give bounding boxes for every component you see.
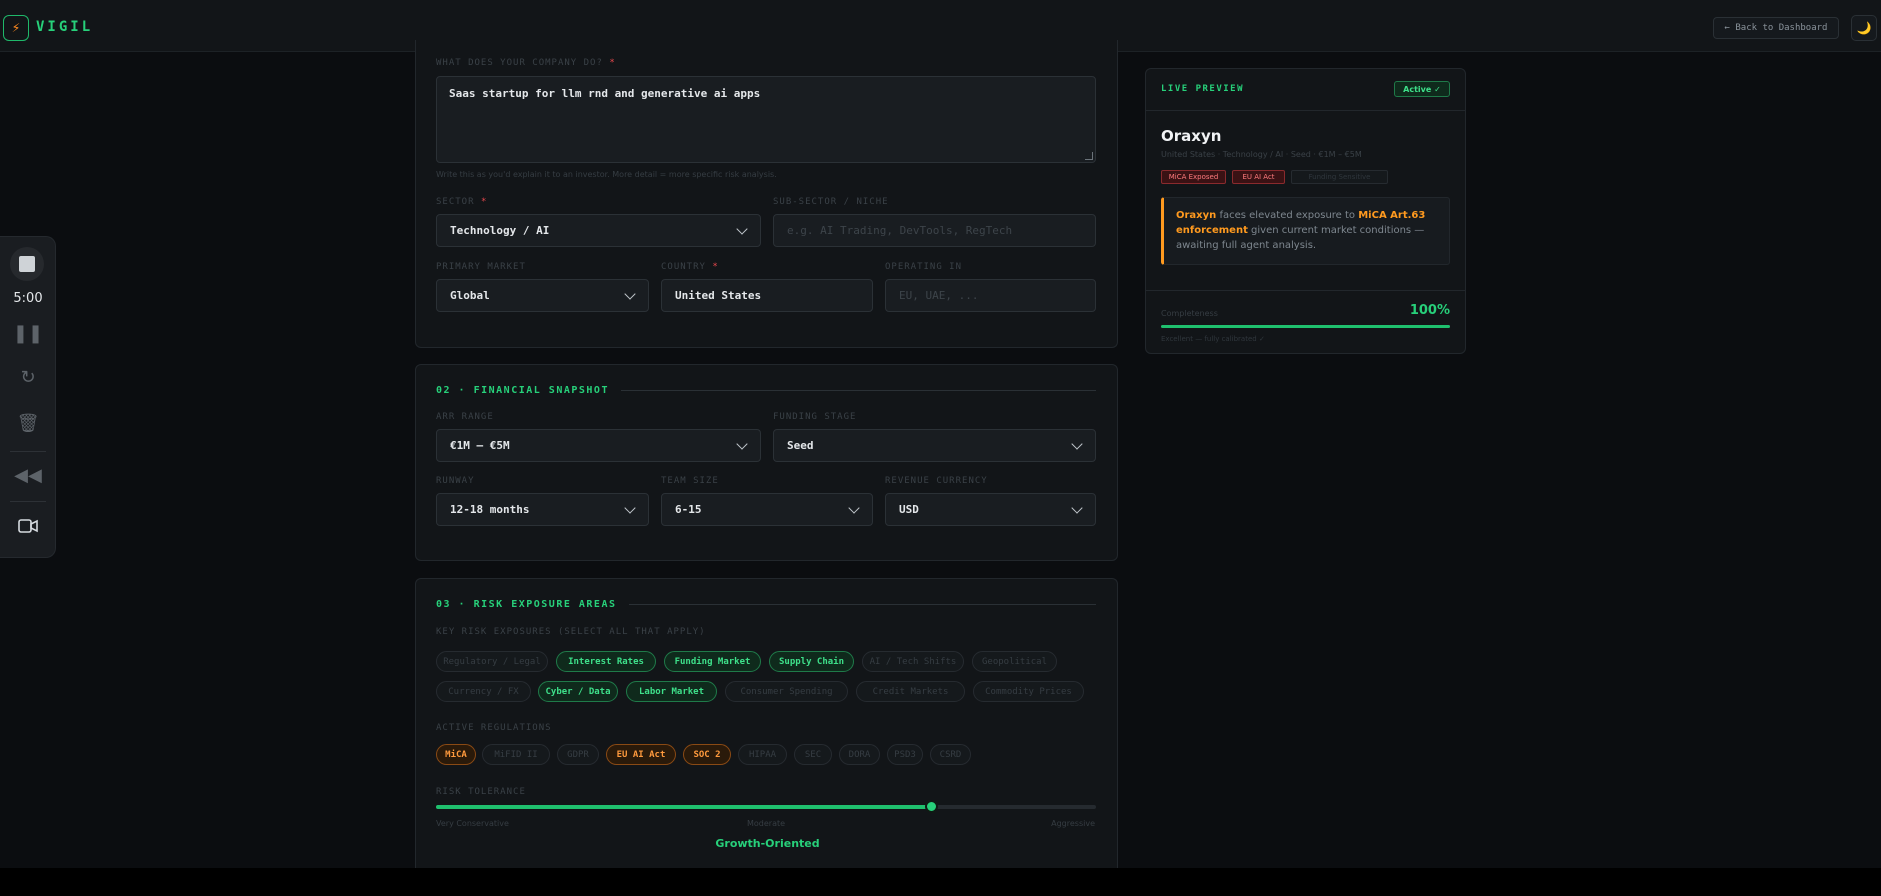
- risk-alert: Oraxyn faces elevated exposure to MiCA A…: [1161, 197, 1450, 265]
- divider: [10, 501, 46, 502]
- rewind-icon[interactable]: ◀◀: [0, 465, 56, 486]
- operating-in-input[interactable]: EU, UAE, ...: [885, 279, 1096, 312]
- preview-header: LIVE PREVIEW Active ✓: [1146, 69, 1465, 111]
- arr-label: ARR RANGE: [436, 412, 494, 422]
- regulations-label: ACTIVE REGULATIONS: [436, 723, 552, 733]
- moon-icon[interactable]: 🌙: [1851, 15, 1877, 41]
- risk-chip[interactable]: Labor Market: [626, 681, 717, 702]
- preview-tag: MiCA Exposed: [1161, 170, 1226, 184]
- sector-label: SECTOR *: [436, 197, 488, 207]
- currency-label: REVENUE CURRENCY: [885, 476, 988, 486]
- app-window: ⚡ VIGIL ← Back to Dashboard 🌙 5:00 ❚❚ ↻ …: [0, 0, 1881, 868]
- risk-chip[interactable]: Interest Rates: [556, 651, 656, 672]
- risk-chip[interactable]: AI / Tech Shifts: [862, 651, 964, 672]
- regulation-chip[interactable]: PSD3: [887, 744, 923, 765]
- camera-icon[interactable]: [0, 517, 56, 538]
- country-label: COUNTRY *: [661, 262, 719, 272]
- bottom-strip: [0, 868, 1881, 896]
- section-title: 03 · RISK EXPOSURE AREAS: [436, 599, 1096, 610]
- country-input[interactable]: United States: [661, 279, 873, 312]
- risk-tolerance-value: Growth-Oriented: [715, 837, 820, 850]
- risk-chip[interactable]: Consumer Spending: [725, 681, 848, 702]
- risk-tolerance-label: RISK TOLERANCE: [436, 787, 526, 797]
- divider: [1146, 290, 1465, 291]
- team-size-label: TEAM SIZE: [661, 476, 719, 486]
- resize-handle[interactable]: [1085, 152, 1093, 160]
- company-name: Oraxyn: [1161, 127, 1222, 145]
- slider-fill: [436, 805, 931, 809]
- screen-recorder-panel: 5:00 ❚❚ ↻ 🗑 ◀◀: [0, 236, 56, 558]
- risk-chip[interactable]: Regulatory / Legal: [436, 651, 548, 672]
- runway-select[interactable]: 12-18 months: [436, 493, 649, 526]
- team-size-select[interactable]: 6-15: [661, 493, 873, 526]
- financial-snapshot-section: 02 · FINANCIAL SNAPSHOT ARR RANGE €1M – …: [415, 364, 1118, 561]
- primary-market-select[interactable]: Global: [436, 279, 649, 312]
- regulation-chip[interactable]: GDPR: [557, 744, 599, 765]
- completeness-bar-fill: [1161, 325, 1450, 328]
- recording-timer: 5:00: [13, 291, 43, 306]
- slider-handle[interactable]: [925, 800, 938, 813]
- stop-recording-button[interactable]: [10, 247, 44, 281]
- tick-high: Aggressive: [1051, 819, 1095, 828]
- restart-icon[interactable]: ↻: [0, 367, 56, 388]
- regulation-chip[interactable]: MiCA: [436, 744, 476, 765]
- back-to-dashboard-button[interactable]: ← Back to Dashboard: [1713, 17, 1839, 39]
- risk-chip[interactable]: Currency / FX: [436, 681, 531, 702]
- regulation-chip[interactable]: DORA: [839, 744, 880, 765]
- sector-select[interactable]: Technology / AI: [436, 214, 761, 247]
- risk-chip[interactable]: Commodity Prices: [973, 681, 1084, 702]
- completeness-bar: [1161, 325, 1450, 328]
- funding-label: FUNDING STAGE: [773, 412, 857, 422]
- preview-title: LIVE PREVIEW: [1161, 84, 1245, 94]
- arr-range-select[interactable]: €1M – €5M: [436, 429, 761, 462]
- completeness-label: Completeness: [1161, 309, 1218, 318]
- company-description-input[interactable]: Saas startup for llm rnd and generative …: [436, 76, 1096, 163]
- regulation-chip[interactable]: CSRD: [930, 744, 971, 765]
- company-profile-section: WHAT DOES YOUR COMPANY DO? * Saas startu…: [415, 40, 1118, 348]
- status-badge: Active ✓: [1394, 81, 1450, 97]
- risk-exposures-label: KEY RISK EXPOSURES (SELECT ALL THAT APPL…: [436, 627, 706, 637]
- lightning-icon: ⚡: [3, 15, 29, 41]
- pause-icon[interactable]: ❚❚: [0, 323, 56, 344]
- trash-icon[interactable]: 🗑: [0, 413, 56, 434]
- completeness-value: 100%: [1409, 303, 1450, 318]
- company-hint: Write this as you'd explain it to an inv…: [436, 170, 777, 179]
- section-title: 02 · FINANCIAL SNAPSHOT: [436, 385, 1096, 396]
- preview-tag: Funding Sensitive: [1291, 170, 1388, 184]
- risk-exposure-section: 03 · RISK EXPOSURE AREAS KEY RISK EXPOSU…: [415, 578, 1118, 868]
- regulation-chip[interactable]: EU AI Act: [606, 744, 676, 765]
- funding-stage-select[interactable]: Seed: [773, 429, 1096, 462]
- regulation-chip[interactable]: MiFID II: [482, 744, 550, 765]
- regulation-chip[interactable]: SOC 2: [683, 744, 731, 765]
- tick-low: Very Conservative: [436, 819, 509, 828]
- stop-icon: [19, 256, 35, 272]
- company-label: WHAT DOES YOUR COMPANY DO? *: [436, 58, 616, 68]
- risk-tolerance-slider[interactable]: [436, 800, 1096, 813]
- subsector-input[interactable]: e.g. AI Trading, DevTools, RegTech: [773, 214, 1096, 247]
- risk-chip[interactable]: Geopolitical: [972, 651, 1057, 672]
- risk-chip[interactable]: Cyber / Data: [538, 681, 618, 702]
- live-preview-panel: LIVE PREVIEW Active ✓ Oraxyn United Stat…: [1145, 68, 1466, 354]
- company-meta: United States · Technology / AI · Seed ·…: [1161, 150, 1362, 159]
- runway-label: RUNWAY: [436, 476, 475, 486]
- risk-chip[interactable]: Supply Chain: [769, 651, 854, 672]
- revenue-currency-select[interactable]: USD: [885, 493, 1096, 526]
- completeness-footer: Excellent — fully calibrated ✓: [1161, 335, 1265, 343]
- regulation-chip[interactable]: SEC: [794, 744, 832, 765]
- risk-chip[interactable]: Credit Markets: [856, 681, 965, 702]
- subsector-label: SUB-SECTOR / NICHE: [773, 197, 889, 207]
- app-name: VIGIL: [36, 19, 94, 35]
- market-label: PRIMARY MARKET: [436, 262, 526, 272]
- divider: [10, 451, 46, 452]
- operating-label: OPERATING IN: [885, 262, 963, 272]
- tick-mid: Moderate: [746, 819, 786, 828]
- regulation-chip[interactable]: HIPAA: [738, 744, 787, 765]
- preview-tag: EU AI Act: [1232, 170, 1285, 184]
- risk-chip[interactable]: Funding Market: [664, 651, 761, 672]
